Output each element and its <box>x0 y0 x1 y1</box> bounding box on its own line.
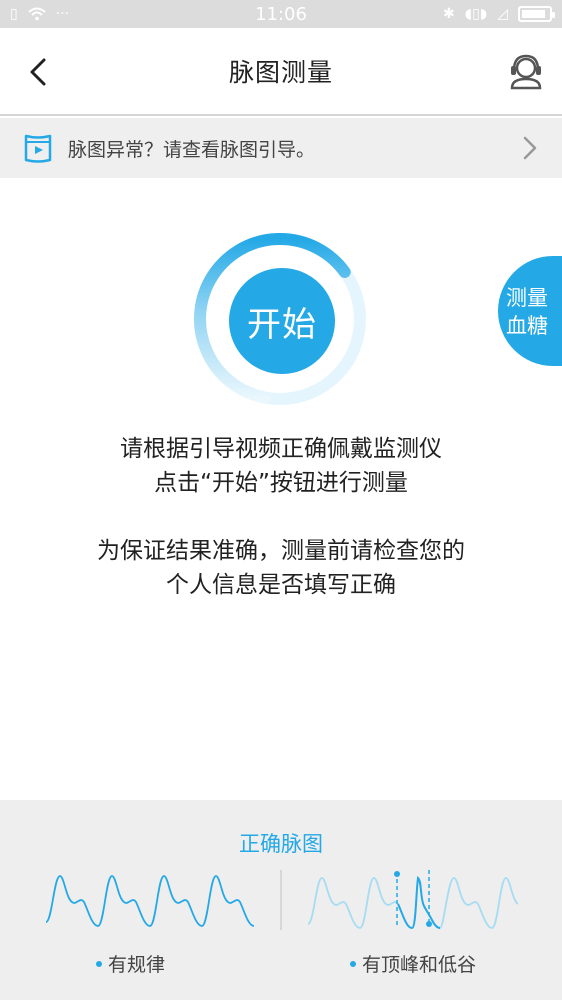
instruction-gap <box>0 500 562 534</box>
example-title: 正确脉图 <box>239 832 323 856</box>
bluetooth-icon: ✱ <box>443 6 455 22</box>
video-icon <box>24 134 52 163</box>
regular-pulse-wave-illustration <box>46 875 255 927</box>
status-bar: ▯ ··· 11:06 ✱ ◖▯◗ ◿ <box>0 0 562 28</box>
valley-marker-dot <box>426 921 432 927</box>
sim-icon: ▯ <box>10 6 18 22</box>
page-title: 脉图测量 <box>228 58 333 87</box>
chevron-left-icon[interactable] <box>22 54 58 90</box>
battery-icon <box>518 6 555 22</box>
bullet-dot <box>96 960 102 967</box>
side-button-line1: 测量 <box>506 286 548 310</box>
wifi-icon <box>28 7 46 21</box>
chevron-right-icon <box>523 136 537 160</box>
instructions: 请根据引导视频正确佩戴监测仪 点击“开始”按钮进行测量 为保证结果准确，测量前请… <box>0 432 562 602</box>
side-button-line2: 血糖 <box>506 314 548 338</box>
status-left: ▯ ··· <box>10 7 69 21</box>
status-right: ✱ ◖▯◗ ◿ <box>443 6 555 22</box>
regular-caption: 有规律 <box>96 950 165 977</box>
peak-valley-wave-illustration <box>308 870 518 930</box>
guide-banner-text: 脉图异常？请查看脉图引导。 <box>68 138 316 161</box>
bullet-dot <box>350 960 356 967</box>
app-header: 脉图测量 <box>0 28 562 116</box>
example-divider <box>280 870 282 930</box>
signal-icon: ◿ <box>497 6 508 22</box>
more-notifications: ··· <box>55 6 70 22</box>
pulse-measure-screen: ▯ ··· 11:06 ✱ ◖▯◗ ◿ 脉图测量 脉图异常？请查看脉图引导。 开… <box>0 0 562 1000</box>
instruction-line: 为保证结果准确，测量前请检查您的 <box>97 538 465 564</box>
peak-valley-caption-text: 有顶峰和低谷 <box>362 954 477 976</box>
battery-fill <box>522 10 546 18</box>
vibrate-icon: ◖▯◗ <box>464 6 488 22</box>
instruction-line: 请根据引导视频正确佩戴监测仪 <box>120 436 442 462</box>
instruction-line: 点击“开始”按钮进行测量 <box>154 470 408 496</box>
pulse-guide-banner[interactable]: 脉图异常？请查看脉图引导。 <box>0 118 562 178</box>
customer-service-icon[interactable] <box>508 52 544 92</box>
instruction-line: 个人信息是否填写正确 <box>166 572 396 598</box>
peak-marker-dot <box>394 871 400 877</box>
start-button[interactable]: 开始 <box>229 268 335 374</box>
measure-blood-sugar-button[interactable]: 测量 血糖 <box>498 256 562 366</box>
peak-valley-caption: 有顶峰和低谷 <box>350 950 476 977</box>
regular-caption-text: 有规律 <box>108 954 166 976</box>
